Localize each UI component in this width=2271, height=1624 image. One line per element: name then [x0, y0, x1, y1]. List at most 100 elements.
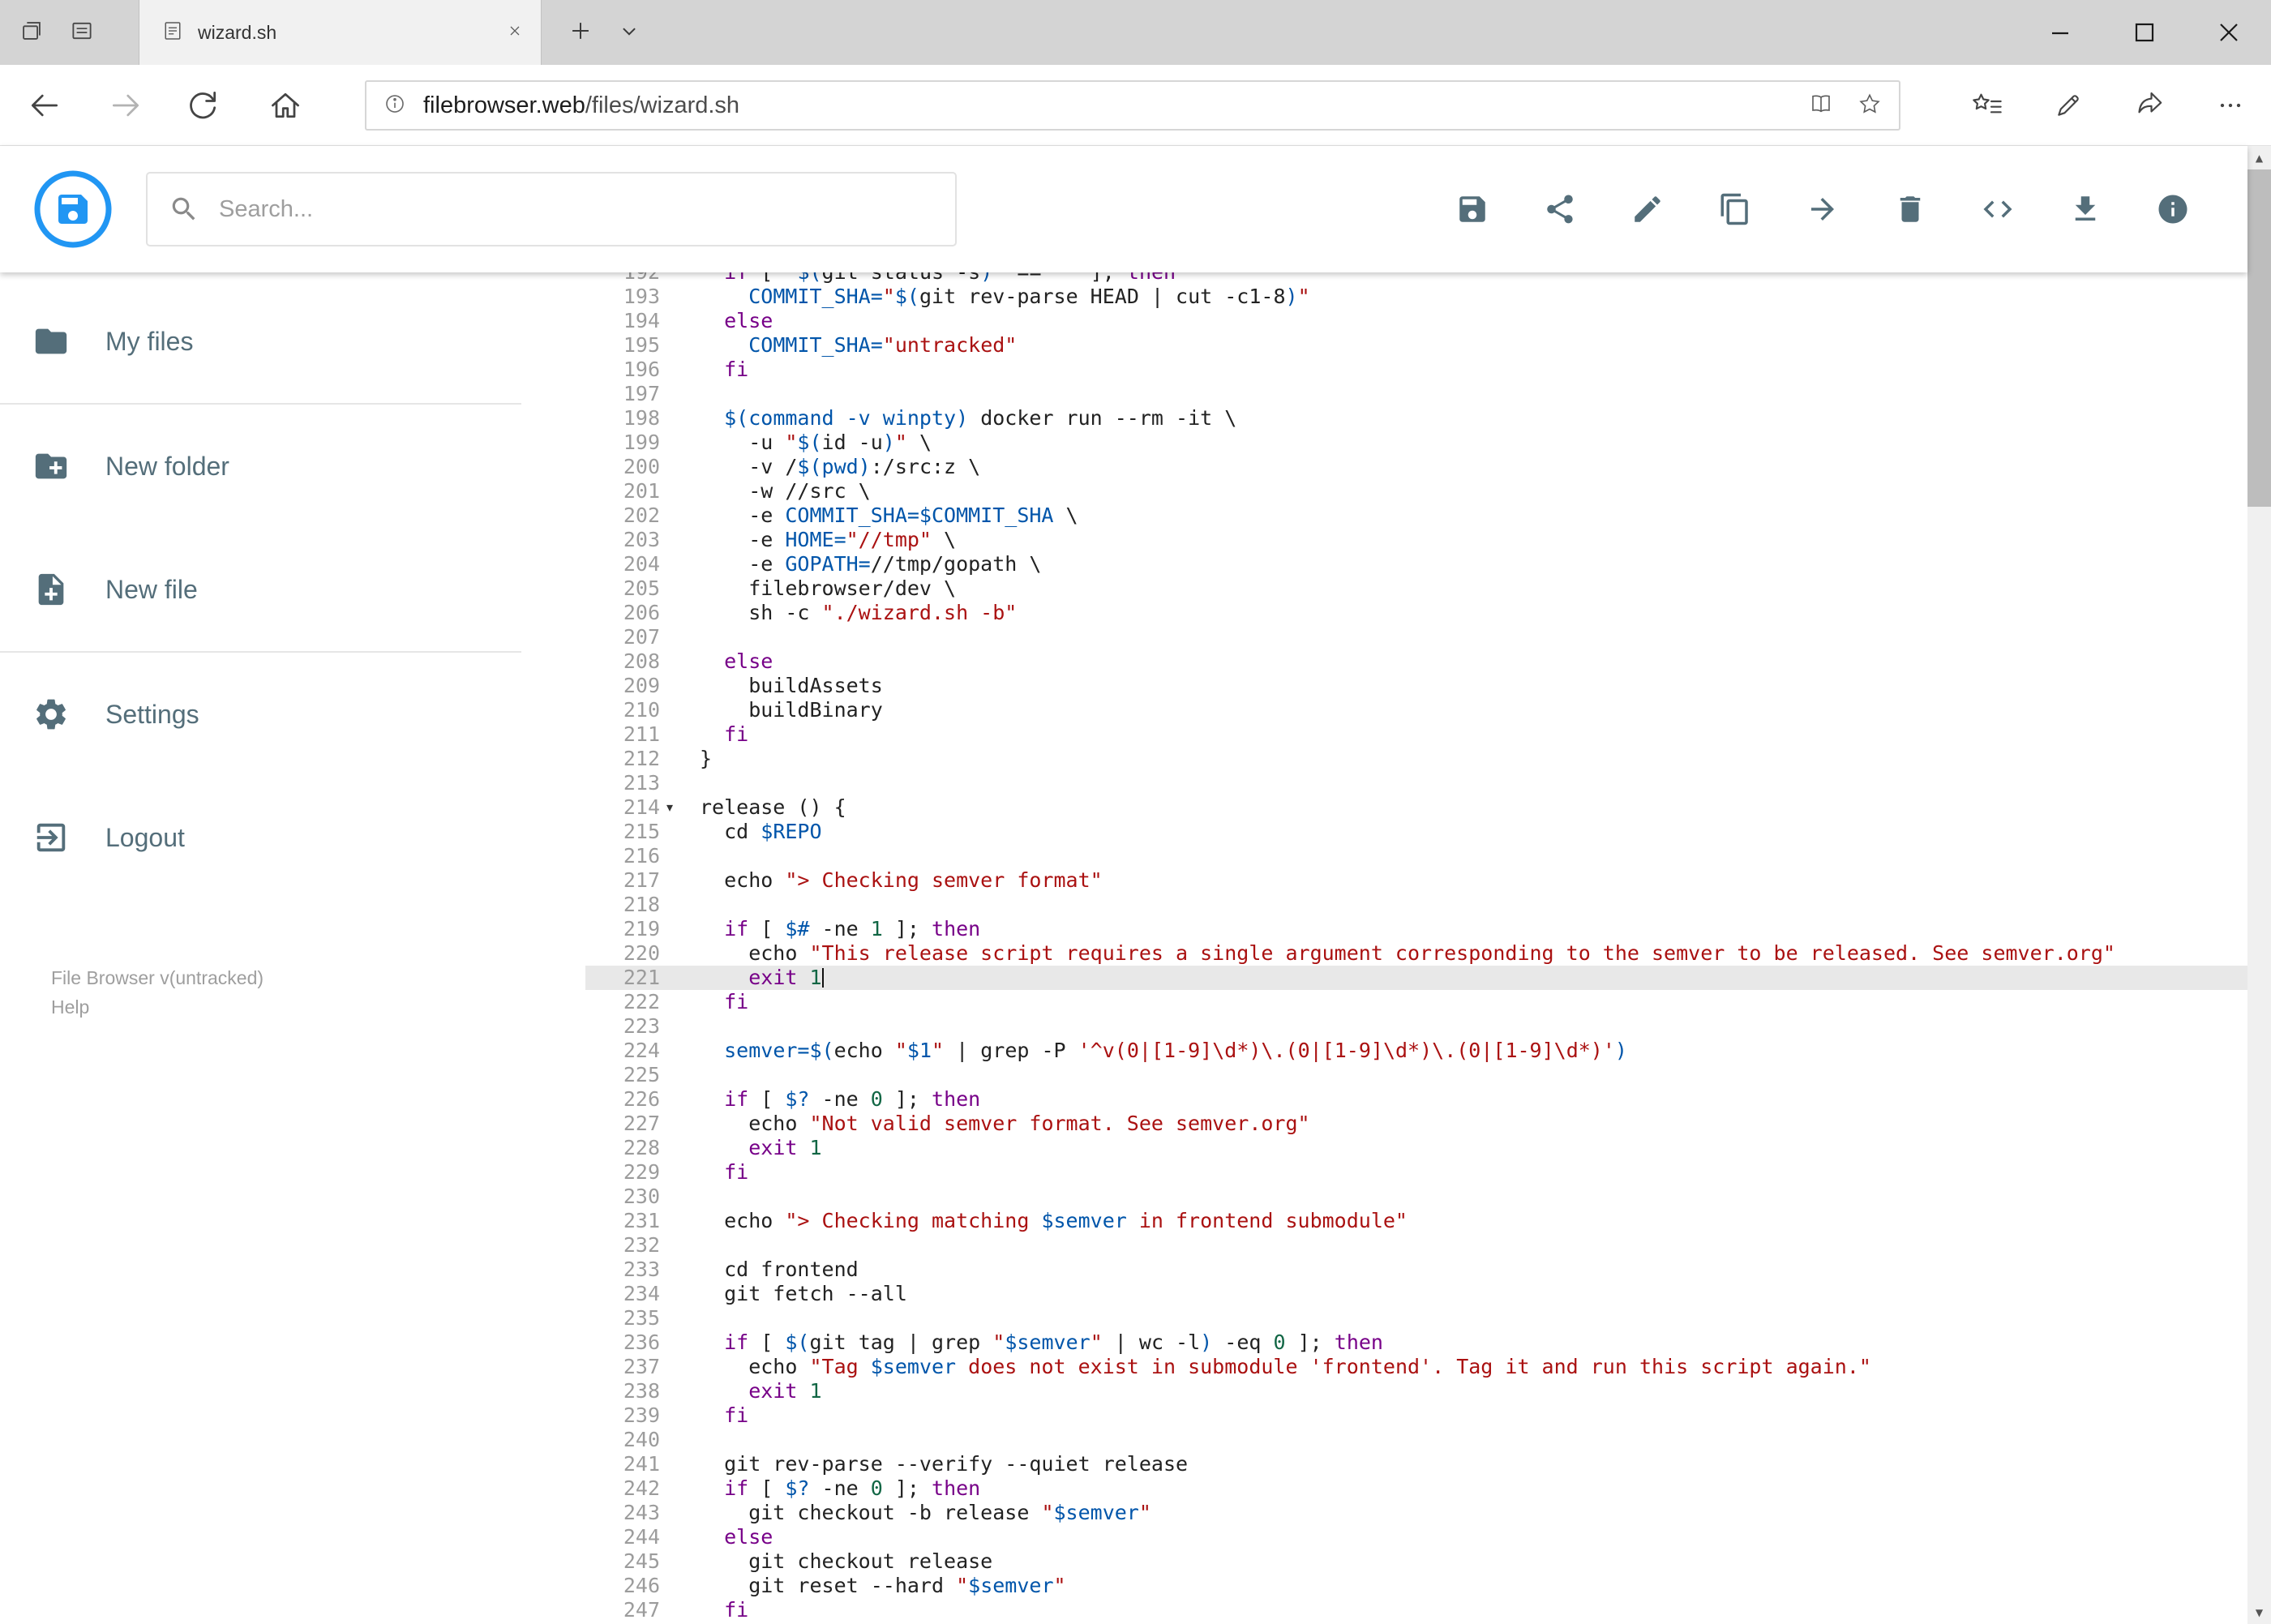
browser-tab[interactable]: wizard.sh — [139, 0, 542, 65]
code-line[interactable]: 209 buildAssets — [585, 674, 2247, 698]
favorite-star-button[interactable] — [1857, 91, 1883, 121]
save-button[interactable] — [1450, 186, 1495, 232]
share-file-button[interactable] — [1537, 186, 1583, 232]
vertical-scrollbar[interactable]: ▲ ▼ — [2247, 146, 2271, 1624]
sidebar-item-settings[interactable]: Settings — [0, 653, 521, 776]
download-button[interactable] — [2063, 186, 2108, 232]
code-line[interactable]: 195 COMMIT_SHA="untracked" — [585, 333, 2247, 358]
set-tabs-aside-button[interactable] — [6, 0, 57, 65]
code-line[interactable]: 234 git fetch --all — [585, 1282, 2247, 1306]
code-line[interactable]: 217 echo "> Checking semver format" — [585, 868, 2247, 893]
info-button[interactable] — [2150, 186, 2196, 232]
code-line[interactable]: 206 sh -c "./wizard.sh -b" — [585, 601, 2247, 625]
rename-button[interactable] — [1625, 186, 1670, 232]
code-line[interactable]: 220 echo "This release script requires a… — [585, 941, 2247, 966]
tab-list-button[interactable] — [605, 0, 653, 65]
source-view-button[interactable] — [1975, 186, 2020, 232]
code-line[interactable]: 232 — [585, 1233, 2247, 1258]
search-box[interactable] — [146, 172, 957, 246]
code-line[interactable]: 229 fi — [585, 1160, 2247, 1185]
code-line[interactable]: 192 if [ "$(git status -s)" == "" ]; the… — [585, 272, 2247, 285]
scrollbar-down-arrow[interactable]: ▼ — [2247, 1600, 2271, 1624]
code-line[interactable]: 239 fi — [585, 1403, 2247, 1428]
code-line[interactable]: 240 — [585, 1428, 2247, 1452]
code-line[interactable]: 246 git reset --hard "$semver" — [585, 1574, 2247, 1598]
tab-close-icon[interactable] — [505, 21, 525, 45]
code-line[interactable]: 225 — [585, 1063, 2247, 1087]
code-line[interactable]: 196 fi — [585, 358, 2247, 382]
code-line[interactable]: 224 semver=$(echo "$1" | grep -P '^v(0|[… — [585, 1039, 2247, 1063]
sidebar-item-new-folder[interactable]: New folder — [0, 405, 521, 528]
close-button[interactable] — [2187, 0, 2271, 65]
code-line[interactable]: 197 — [585, 382, 2247, 406]
copy-button[interactable] — [1712, 186, 1758, 232]
move-button[interactable] — [1800, 186, 1845, 232]
code-line[interactable]: 199 -u "$(id -u)" \ — [585, 431, 2247, 455]
code-line[interactable]: 211 fi — [585, 722, 2247, 747]
code-line[interactable]: 233 cd frontend — [585, 1258, 2247, 1282]
code-line[interactable]: 235 — [585, 1306, 2247, 1330]
hub-button[interactable] — [1965, 83, 2010, 128]
code-line[interactable]: 222 fi — [585, 990, 2247, 1014]
forward-button[interactable] — [103, 83, 148, 128]
maximize-button[interactable] — [2102, 0, 2187, 65]
code-line[interactable]: 237 echo "Tag $semver does not exist in … — [585, 1355, 2247, 1379]
sidebar-item-new-file[interactable]: New file — [0, 528, 521, 651]
help-link[interactable]: Help — [51, 992, 264, 1022]
search-input[interactable] — [219, 195, 934, 223]
site-info-icon[interactable] — [383, 92, 407, 120]
delete-button[interactable] — [1888, 186, 1933, 232]
fold-marker-icon[interactable]: ▾ — [660, 795, 679, 820]
tab-preview-button[interactable] — [57, 0, 107, 65]
code-line[interactable]: 213 — [585, 771, 2247, 795]
code-line[interactable]: 230 — [585, 1185, 2247, 1209]
code-line[interactable]: 227 echo "Not valid semver format. See s… — [585, 1112, 2247, 1136]
code-line[interactable]: 208 else — [585, 649, 2247, 674]
share-button[interactable] — [2127, 83, 2172, 128]
code-line[interactable]: 193 COMMIT_SHA="$(git rev-parse HEAD | c… — [585, 285, 2247, 309]
code-line[interactable]: 201 -w //src \ — [585, 479, 2247, 503]
sidebar-item-my-files[interactable]: My files — [0, 280, 521, 403]
code-line[interactable]: 207 — [585, 625, 2247, 649]
refresh-button[interactable] — [180, 83, 225, 128]
code-line[interactable]: 221 exit 1 — [585, 966, 2247, 990]
code-line[interactable]: 198 $(command -v winpty) docker run --rm… — [585, 406, 2247, 431]
back-button[interactable] — [22, 83, 67, 128]
sidebar-item-logout[interactable]: Logout — [0, 776, 521, 899]
address-bar[interactable]: filebrowser.web/files/wizard.sh — [365, 80, 1900, 131]
new-tab-button[interactable] — [556, 0, 605, 65]
reading-view-button[interactable] — [1808, 91, 1834, 121]
web-note-button[interactable] — [2046, 83, 2091, 128]
code-line[interactable]: 231 echo "> Checking matching $semver in… — [585, 1209, 2247, 1233]
filebrowser-logo[interactable] — [32, 169, 114, 250]
code-line[interactable]: 203 -e HOME="//tmp" \ — [585, 528, 2247, 552]
code-line[interactable]: 212} — [585, 747, 2247, 771]
code-line[interactable]: 194 else — [585, 309, 2247, 333]
code-line[interactable]: 228 exit 1 — [585, 1136, 2247, 1160]
code-line[interactable]: 245 git checkout release — [585, 1549, 2247, 1574]
code-line[interactable]: 210 buildBinary — [585, 698, 2247, 722]
minimize-button[interactable] — [2018, 0, 2102, 65]
code-line[interactable]: 204 -e GOPATH=//tmp/gopath \ — [585, 552, 2247, 576]
code-editor[interactable]: 192 if [ "$(git status -s)" == "" ]; the… — [585, 272, 2247, 1624]
code-line[interactable]: 219 if [ $# -ne 1 ]; then — [585, 917, 2247, 941]
scrollbar-up-arrow[interactable]: ▲ — [2247, 146, 2271, 169]
code-line[interactable]: 247 fi — [585, 1598, 2247, 1622]
code-line[interactable]: 236 if [ $(git tag | grep "$semver" | wc… — [585, 1330, 2247, 1355]
code-line[interactable]: 243 git checkout -b release "$semver" — [585, 1501, 2247, 1525]
code-line[interactable]: 215 cd $REPO — [585, 820, 2247, 844]
code-line[interactable]: 202 -e COMMIT_SHA=$COMMIT_SHA \ — [585, 503, 2247, 528]
code-line[interactable]: 200 -v /$(pwd):/src:z \ — [585, 455, 2247, 479]
code-line[interactable]: 205 filebrowser/dev \ — [585, 576, 2247, 601]
code-line[interactable]: 226 if [ $? -ne 0 ]; then — [585, 1087, 2247, 1112]
more-options-button[interactable] — [2208, 83, 2253, 128]
home-button[interactable] — [263, 83, 308, 128]
code-line[interactable]: 214 ▾ release () { — [585, 795, 2247, 820]
code-line[interactable]: 218 — [585, 893, 2247, 917]
scrollbar-thumb[interactable] — [2247, 169, 2271, 507]
code-line[interactable]: 244 else — [585, 1525, 2247, 1549]
code-line[interactable]: 238 exit 1 — [585, 1379, 2247, 1403]
code-line[interactable]: 241 git rev-parse --verify --quiet relea… — [585, 1452, 2247, 1476]
code-line[interactable]: 216 — [585, 844, 2247, 868]
code-line[interactable]: 242 if [ $? -ne 0 ]; then — [585, 1476, 2247, 1501]
